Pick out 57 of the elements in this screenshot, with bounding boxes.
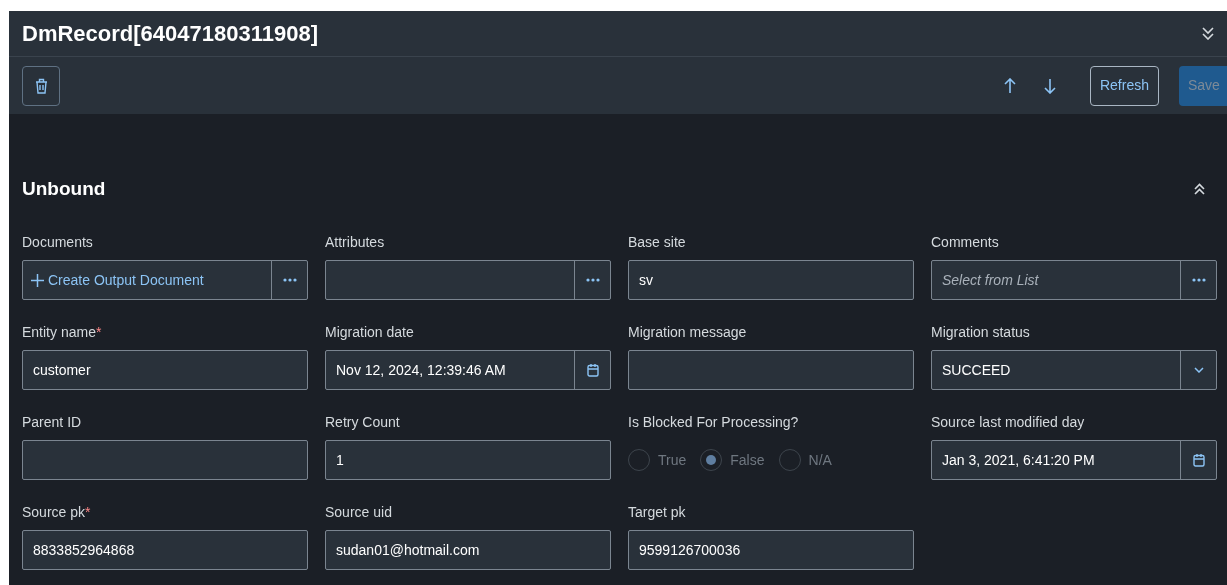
field-label: Source uid: [325, 503, 392, 521]
radio-option[interactable]: N/A: [778, 449, 832, 471]
date-field[interactable]: Jan 3, 2021, 6:41:20 PM: [931, 440, 1217, 480]
trash-icon: [34, 77, 48, 94]
field-label: Documents: [22, 233, 93, 251]
field-label: Parent ID: [22, 413, 82, 431]
required-mark: *: [95, 323, 102, 341]
input-field[interactable]: sv: [628, 260, 914, 300]
document-field[interactable]: Create Output Document: [22, 260, 308, 300]
select-value: SUCCEED: [941, 360, 1012, 380]
arrow-up-icon: [1003, 77, 1016, 94]
date-field[interactable]: Nov 12, 2024, 12:39:46 AM: [325, 350, 611, 390]
field-label: Target pk: [628, 503, 686, 521]
input-field[interactable]: sudan01@hotmail.com: [325, 530, 611, 570]
collapse-header-button[interactable]: [1202, 27, 1214, 40]
refresh-button[interactable]: Refresh: [1089, 65, 1159, 106]
input-field[interactable]: customer: [22, 350, 308, 390]
double-chevron-up-icon: [1194, 183, 1205, 195]
field-label: Migration status: [931, 323, 1030, 341]
date-value: Nov 12, 2024, 12:39:46 AM: [335, 360, 507, 380]
window-title: DmRecord[64047180311908]: [22, 20, 318, 48]
delete-button[interactable]: [22, 65, 60, 106]
input-field[interactable]: 8833852964868: [22, 530, 308, 570]
input-field[interactable]: 1: [325, 440, 611, 480]
field-label: Base site: [628, 233, 686, 251]
section-title: Unbound: [22, 176, 106, 201]
create-document-link[interactable]: Create Output Document: [23, 261, 271, 299]
field-label: Migration date: [325, 323, 414, 341]
arrow-down-icon: [1043, 77, 1056, 94]
calendar-icon: [586, 363, 599, 377]
more-icon: [1191, 278, 1206, 282]
field-label: Source last modified day: [931, 413, 1085, 431]
section-toggle-button[interactable]: [1194, 183, 1205, 195]
plus-icon: [31, 273, 44, 287]
select-field[interactable]: SUCCEED: [931, 350, 1217, 390]
field-label: Comments: [931, 233, 999, 251]
more-icon: [282, 278, 297, 282]
radio-option[interactable]: True: [628, 449, 687, 471]
field-label: Migration message: [628, 323, 747, 341]
radio-option[interactable]: False: [700, 449, 765, 471]
input-field[interactable]: 9599126700036: [628, 530, 914, 570]
field-label: Entity name: [22, 323, 96, 341]
input-field[interactable]: [22, 440, 308, 480]
double-chevron-down-icon: [1202, 27, 1214, 40]
input-field[interactable]: [628, 350, 914, 390]
chevron-down-icon: [1193, 367, 1204, 373]
date-value: Jan 3, 2021, 6:41:20 PM: [941, 450, 1096, 470]
field-label: Source pk: [22, 503, 86, 521]
field-label: Attributes: [325, 233, 385, 251]
required-mark: *: [85, 503, 91, 521]
more-icon: [585, 278, 600, 282]
placeholder: Select from List: [942, 270, 1039, 290]
field-label: Retry Count: [325, 413, 400, 431]
calendar-icon: [1192, 453, 1205, 467]
picker-field[interactable]: [325, 260, 611, 300]
field-label: Is Blocked For Processing?: [628, 413, 799, 431]
picker-field[interactable]: Select from List: [931, 260, 1217, 300]
